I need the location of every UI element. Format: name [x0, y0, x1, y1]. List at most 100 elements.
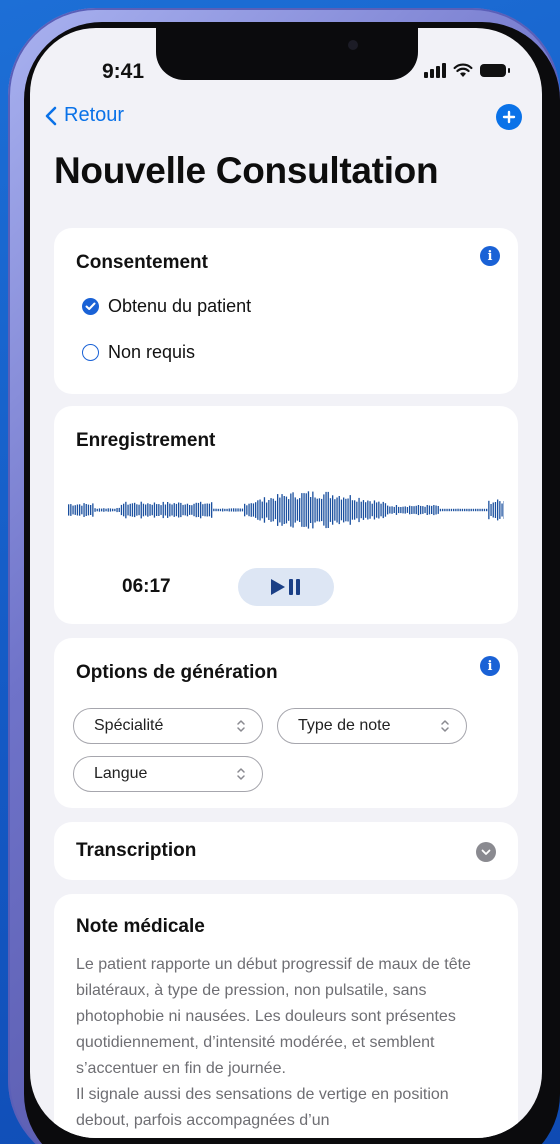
waveform-bar [98, 508, 101, 512]
waveform-bar [334, 499, 336, 521]
note-type-select[interactable]: Type de note [277, 708, 467, 744]
specialty-select-value: Spécialité [94, 717, 164, 734]
waveform-bar [131, 503, 134, 517]
consent-option-not-required[interactable]: Non requis [82, 342, 195, 363]
waveform-bar [211, 502, 213, 518]
waveform-bar [83, 503, 85, 517]
play-pause-button[interactable] [238, 568, 334, 606]
transcription-title: Transcription [76, 840, 197, 861]
waveform-bar [248, 503, 250, 517]
waveform-bar [444, 508, 446, 512]
waveform-bar [173, 503, 175, 517]
specialty-select[interactable]: Spécialité [73, 708, 263, 744]
language-select[interactable]: Langue [73, 756, 263, 792]
waveform-bar [417, 505, 420, 516]
info-icon[interactable]: i [480, 656, 500, 676]
waveform-bar [310, 497, 312, 523]
waveform-bar [164, 504, 167, 516]
waveform-bar [378, 501, 380, 519]
chevron-down-icon[interactable] [476, 842, 496, 862]
waveform-bar [109, 508, 112, 512]
waveform-bar [140, 501, 142, 519]
waveform-bar [233, 508, 235, 512]
waveform-bar [153, 502, 156, 518]
waveform-bar [204, 503, 206, 517]
waveform-bar [92, 503, 94, 517]
waveform-bar [274, 500, 277, 520]
back-button[interactable]: Retour [44, 104, 124, 127]
waveform-bar [435, 505, 437, 515]
info-icon[interactable]: i [480, 246, 500, 266]
waveform-bar [145, 504, 147, 516]
waveform-bar [494, 502, 497, 518]
waveform-bar [239, 508, 241, 512]
waveform-bar [442, 508, 444, 512]
waveform-bar [488, 500, 490, 520]
waveform-bar [356, 501, 358, 519]
waveform-bar [483, 508, 486, 512]
waveform-bar [257, 500, 259, 520]
generation-options-card: Options de génération i Spécialité Type … [54, 638, 518, 808]
medical-note-title: Note médicale [76, 916, 205, 937]
waveform-bar [312, 491, 314, 529]
waveform-bar [479, 508, 481, 512]
waveform-bar [343, 497, 345, 523]
generation-options-title: Options de génération [76, 662, 278, 683]
recording-card: Enregistrement 06:17 [54, 406, 518, 624]
waveform-bar [250, 503, 252, 517]
waveform-bar [420, 505, 422, 515]
consent-option-obtained[interactable]: Obtenu du patient [82, 296, 251, 317]
waveform-bar [147, 503, 149, 517]
waveform-bar [255, 502, 257, 518]
waveform-bar [340, 499, 343, 521]
waveform-bar [96, 508, 98, 512]
waveform-bar [263, 497, 266, 523]
waveform-bar [261, 501, 263, 519]
add-button[interactable] [496, 104, 522, 130]
waveform-bar [206, 503, 208, 517]
waveform-bar [431, 505, 433, 514]
waveform-bar [235, 508, 237, 512]
waveform-bar [472, 508, 475, 512]
waveform-bar [114, 508, 116, 512]
waveform-bar [279, 497, 281, 523]
waveform-bar [428, 505, 431, 515]
waveform-bar [400, 507, 402, 514]
waveform-bar [112, 508, 114, 512]
app-screen: 9:41 Retour Nouvelle Consultation Consen… [30, 28, 542, 1138]
waveform-bar [294, 497, 296, 523]
waveform-bar [391, 506, 393, 514]
waveform-bar [182, 504, 184, 516]
radio-unchecked-icon [82, 344, 99, 361]
waveform-bar [299, 498, 301, 522]
audio-waveform[interactable] [68, 488, 504, 532]
plus-icon [502, 110, 516, 124]
notch [156, 28, 418, 80]
waveform-bar [450, 508, 453, 512]
waveform-bar [387, 505, 389, 515]
waveform-bar [175, 503, 178, 517]
waveform-bar [74, 505, 76, 515]
waveform-bar [409, 505, 411, 515]
waveform-bar [318, 498, 321, 522]
waveform-bar [448, 508, 450, 512]
waveform-bar [290, 493, 292, 527]
waveform-bar [222, 508, 224, 512]
waveform-bar [169, 503, 171, 517]
waveform-bar [244, 503, 246, 517]
waveform-bar [118, 507, 120, 512]
medical-note-text[interactable]: Le patient rapporte un début progressif … [76, 952, 502, 1134]
waveform-bar [358, 497, 360, 523]
waveform-bar [72, 505, 74, 515]
waveform-bar [200, 501, 202, 519]
medical-note-paragraph: Il signale aussi des sensations de verti… [76, 1086, 449, 1129]
play-pause-icon [271, 579, 300, 595]
waveform-bar [307, 491, 310, 529]
transcription-card[interactable]: Transcription [54, 822, 518, 880]
waveform-bar [186, 503, 189, 517]
waveform-bar [120, 504, 123, 516]
waveform-bar [241, 508, 244, 512]
waveform-bar [281, 494, 283, 526]
waveform-bar [422, 506, 424, 514]
waveform-bar [369, 501, 371, 519]
